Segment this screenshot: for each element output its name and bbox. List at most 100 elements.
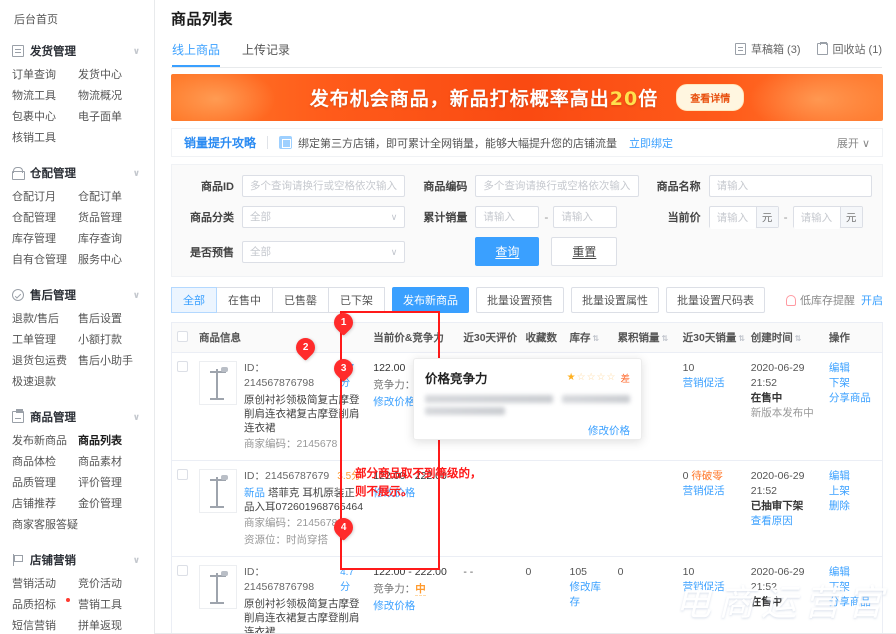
category-select[interactable]: 全部 ∨ bbox=[242, 206, 406, 228]
edit-link[interactable]: 编辑 bbox=[829, 361, 877, 376]
sidebar-item-e-waybill[interactable]: 电子面单 bbox=[78, 107, 144, 128]
modify-price-link[interactable]: 修改价格 bbox=[373, 599, 453, 614]
sidebar-item-verify-tool[interactable]: 核销工具 bbox=[12, 128, 78, 149]
sidebar-item-stock-manage[interactable]: 库存管理 bbox=[12, 229, 78, 250]
marketing-promo-link[interactable]: 营销促活 bbox=[683, 580, 741, 595]
product-title[interactable]: 原创衬衫领极简复古摩登削肩连衣裙复古摩登削肩连衣裙 bbox=[244, 597, 363, 634]
sidebar-item-order-query[interactable]: 订单查询 bbox=[12, 65, 78, 86]
sidebar-item-goods-manage[interactable]: 货品管理 bbox=[78, 208, 144, 229]
th-stock[interactable]: 库存 ⇅ bbox=[564, 323, 613, 353]
take-off-link[interactable]: 下架 bbox=[829, 580, 877, 595]
delete-link[interactable]: 删除 bbox=[829, 499, 877, 514]
sidebar-item-service-center[interactable]: 服务中心 bbox=[78, 250, 144, 271]
sidebar-item-logistics-overview[interactable]: 物流概况 bbox=[78, 86, 144, 107]
th-created-time[interactable]: 创建时间 ⇅ bbox=[745, 323, 824, 353]
expand-link[interactable]: 展开 ∨ bbox=[837, 135, 870, 151]
competitiveness-value[interactable]: 中 bbox=[415, 583, 426, 596]
sidebar-item-wh-order[interactable]: 仓配订单 bbox=[78, 187, 144, 208]
header-checkbox[interactable] bbox=[177, 330, 188, 342]
cum-sales-to-input[interactable] bbox=[553, 206, 618, 228]
sidebar-item-logistics-tool[interactable]: 物流工具 bbox=[12, 86, 78, 107]
modify-price-link[interactable]: 修改价格 bbox=[373, 486, 453, 501]
sidebar-group-header-aftersales[interactable]: 售后管理 ∨ bbox=[0, 281, 154, 309]
tab-online-products[interactable]: 线上商品 bbox=[172, 35, 221, 67]
product-title[interactable]: 新品 塔菲克 耳机原装正品入耳072601968765464 bbox=[244, 486, 363, 514]
row-checkbox[interactable] bbox=[177, 361, 188, 372]
sidebar-item-marketing-tool[interactable]: 营销工具 bbox=[78, 595, 144, 616]
sidebar-item-wh-order-month[interactable]: 仓配订月 bbox=[12, 187, 78, 208]
sidebar-item-merchant-faq[interactable]: 商家客服答疑 bbox=[12, 515, 78, 536]
edit-link[interactable]: 编辑 bbox=[829, 469, 877, 484]
batch-set-presale-button[interactable]: 批量设置预售 bbox=[476, 287, 564, 313]
row-checkbox[interactable] bbox=[177, 469, 188, 480]
price-to-input[interactable] bbox=[793, 207, 840, 229]
draft-box-link[interactable]: 草稿箱 (3) bbox=[735, 41, 801, 57]
sidebar-item-refund[interactable]: 退款/售后 bbox=[12, 309, 78, 330]
sidebar-group-header-marketing[interactable]: 店铺营销 ∨ bbox=[0, 546, 154, 574]
product-code-input[interactable] bbox=[475, 175, 639, 197]
publish-new-product-button[interactable]: 发布新商品 bbox=[392, 287, 469, 313]
sidebar-group-header-warehouse[interactable]: 仓配管理 ∨ bbox=[0, 159, 154, 187]
edit-link[interactable]: 编辑 bbox=[829, 565, 877, 580]
batch-set-attribute-button[interactable]: 批量设置属性 bbox=[571, 287, 659, 313]
popover-modify-price-link[interactable]: 修改价格 bbox=[588, 425, 630, 437]
segment-sold-out[interactable]: 已售罄 bbox=[272, 287, 329, 313]
share-product-link[interactable]: 分享商品 bbox=[829, 391, 877, 406]
cum-sales-from-input[interactable] bbox=[475, 206, 540, 228]
product-id-input[interactable] bbox=[242, 175, 406, 197]
sidebar-item-quality-manage[interactable]: 品质管理 bbox=[12, 473, 78, 494]
sidebar-item-shop-recommend[interactable]: 店铺推荐 bbox=[12, 494, 78, 515]
modify-stock-link[interactable]: 修改库存 bbox=[570, 580, 608, 610]
banner-detail-button[interactable]: 查看详情 bbox=[676, 84, 745, 111]
sidebar-item-ticket-manage[interactable]: 工单管理 bbox=[12, 330, 78, 351]
sidebar-item-parcel-center[interactable]: 包裹中心 bbox=[12, 107, 78, 128]
presale-select[interactable]: 全部 ∨ bbox=[242, 240, 406, 263]
segment-all[interactable]: 全部 bbox=[171, 287, 217, 313]
view-reason-link[interactable]: 查看原因 bbox=[751, 514, 819, 529]
sidebar-item-own-warehouse[interactable]: 自有仓管理 bbox=[12, 250, 78, 271]
sidebar-item-ship-center[interactable]: 发货中心 bbox=[78, 65, 144, 86]
product-score[interactable]: 4.7分 bbox=[340, 565, 363, 595]
sidebar-group-header-shipping[interactable]: 发货管理 ∨ bbox=[0, 37, 154, 65]
th-cumulative-sales[interactable]: 累积销量 ⇅ bbox=[612, 323, 678, 353]
sidebar-item-product-material[interactable]: 商品素材 bbox=[78, 452, 144, 473]
sidebar-item-stock-query[interactable]: 库存查询 bbox=[78, 229, 144, 250]
row-checkbox[interactable] bbox=[177, 565, 188, 576]
sidebar-item-aftersales-assistant[interactable]: 售后小助手 bbox=[78, 351, 144, 372]
sidebar-item-wh-manage[interactable]: 仓配管理 bbox=[12, 208, 78, 229]
sidebar-item-fast-refund[interactable]: 极速退款 bbox=[12, 372, 78, 393]
search-button[interactable]: 查询 bbox=[475, 237, 540, 266]
take-off-link[interactable]: 下架 bbox=[829, 376, 877, 391]
sidebar-item-quality-bid[interactable]: 品质招标 bbox=[12, 595, 78, 616]
sidebar-item-bid-activity[interactable]: 竞价活动 bbox=[78, 574, 144, 595]
sidebar-item-marketing-activity[interactable]: 营销活动 bbox=[12, 574, 78, 595]
sidebar-item-gold-price[interactable]: 金价管理 bbox=[78, 494, 144, 515]
sidebar-item-return-freight[interactable]: 退货包运费 bbox=[12, 351, 78, 372]
segment-on-sale[interactable]: 在售中 bbox=[216, 287, 273, 313]
sidebar-item-aftersales-setting[interactable]: 售后设置 bbox=[78, 309, 144, 330]
sidebar-group-header-product[interactable]: 商品管理 ∨ bbox=[0, 403, 154, 431]
sidebar-item-small-payment[interactable]: 小额打款 bbox=[78, 330, 144, 351]
sidebar-item-sms-marketing[interactable]: 短信营销 bbox=[12, 616, 78, 634]
batch-set-sizechart-button[interactable]: 批量设置尺码表 bbox=[666, 287, 765, 313]
segment-off-shelf[interactable]: 已下架 bbox=[328, 287, 385, 313]
low-stock-toggle[interactable]: 开启 bbox=[861, 292, 883, 308]
product-score[interactable]: 3.5分 bbox=[337, 469, 361, 484]
sidebar-item-review-manage[interactable]: 评价管理 bbox=[78, 473, 144, 494]
sidebar-item-product-check[interactable]: 商品体检 bbox=[12, 452, 78, 473]
promo-banner[interactable]: 发布机会商品，新品打标概率高出20倍 查看详情 bbox=[171, 74, 883, 121]
recycle-bin-link[interactable]: 回收站 (1) bbox=[816, 41, 882, 57]
product-name-input[interactable] bbox=[708, 175, 872, 197]
price-from-input[interactable] bbox=[709, 207, 756, 229]
bind-now-link[interactable]: 立即绑定 bbox=[629, 135, 673, 151]
tab-upload-records[interactable]: 上传记录 bbox=[242, 35, 290, 67]
sidebar-item-group-cashback[interactable]: 拼单返现 bbox=[78, 616, 144, 634]
marketing-promo-link[interactable]: 营销促活 bbox=[683, 376, 741, 391]
th-sales-30d[interactable]: 近30天销量 ⇅ bbox=[677, 323, 746, 353]
sidebar-item-publish-product[interactable]: 发布新商品 bbox=[12, 431, 78, 452]
share-product-link[interactable]: 分享商品 bbox=[829, 595, 877, 610]
sidebar-home-link[interactable]: 后台首页 bbox=[0, 6, 154, 37]
reset-button[interactable]: 重置 bbox=[551, 237, 618, 266]
product-title[interactable]: 原创衬衫领极简复古摩登削肩连衣裙复古摩登削肩连衣裙 bbox=[244, 393, 363, 435]
marketing-promo-link[interactable]: 营销促活 bbox=[683, 484, 741, 499]
